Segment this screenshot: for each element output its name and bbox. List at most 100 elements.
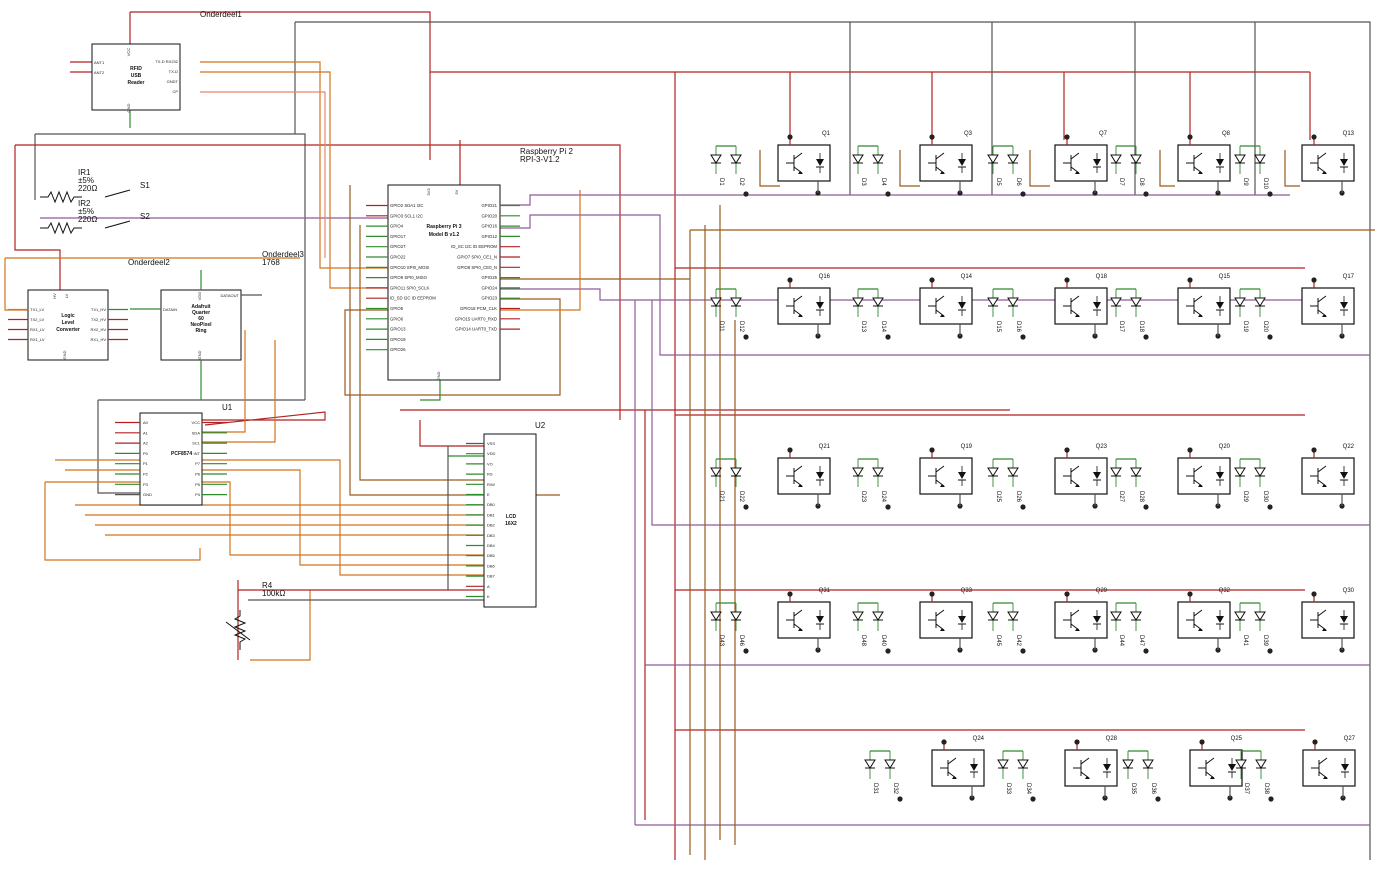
diode-d6 [1007,145,1019,175]
junction-dot [941,739,947,745]
rpi-right-pin-label: GPIO21 [481,203,497,208]
optocoupler-q32 [1177,601,1231,639]
rfid-gnd-pin: GND [126,103,131,112]
diode-label-d9: D9 [1242,178,1248,186]
junction-dot [1187,591,1193,597]
optocoupler-q15 [1177,287,1231,325]
transistor-label-q28: Q28 [1106,736,1118,742]
static-component-shapes [27,43,537,650]
pcf-right-pin-label: VCC [192,420,201,425]
junction-dot [1030,796,1036,802]
junction-dot [1187,447,1193,453]
rpi-left-pin-label: GPIO27 [390,244,406,249]
diode-label-d21: D21 [718,491,724,503]
diode-label-d23: D23 [860,491,866,503]
llc-title-line: Logic [61,313,75,319]
neopixel-vdd-pin: VDD [197,292,202,301]
lcd-pin-label: DB0 [487,502,496,507]
transistor-label-q8: Q8 [1222,131,1231,137]
diode-label-d44: D44 [1118,635,1124,647]
label-ir2-value: 220Ω [78,215,97,224]
optocoupler-grid: Q1 Q3 Q7 Q8 Q13 Q16 Q14 Q18 Q15 Q17 Q21 Q19 Q23 Q20 Q2… [710,131,1356,802]
junction-dot [787,591,793,597]
pcf-left-pin-label: P3 [143,482,149,487]
pcf-right-pin-label: SDA [192,430,201,435]
rfid-title-line: USB [131,73,142,79]
label-s2: S2 [140,212,150,221]
junction-dot [1064,591,1070,597]
rpi-5v-pin: 5V [454,189,459,194]
optocoupler-q20 [1177,457,1231,495]
wire-layer [4,11,1375,860]
diode-d44 [1110,602,1122,632]
transistor-label-q31: Q31 [819,588,831,594]
rfid-vcc-pin: VCC [126,48,131,57]
junction-dot [1311,134,1317,140]
rpi-left-pin-label: GPIO6 [390,316,404,321]
diode-label-d1: D1 [718,178,724,186]
diode-d7 [1110,145,1122,175]
lcd-pin-label: A [487,584,490,589]
diode-label-d31: D31 [872,783,878,795]
rfid-left-pin: ANT2 [94,70,105,75]
diode-label-d15: D15 [995,321,1001,333]
switch-s2 [104,220,131,229]
lcd-pin-label: DB7 [487,574,496,579]
label-onderdeel2: Onderdeel2 [128,258,170,267]
neopixel-dataout-pin: DATAOUT [220,293,239,298]
diode-label-d40: D40 [880,635,886,647]
rpi-left-pin-label: GPIO17 [390,234,406,239]
diode-d30 [1254,458,1266,488]
optocoupler-q27 [1302,749,1356,787]
junction-dot [1267,648,1273,654]
optocoupler-q33 [919,601,973,639]
optocoupler-q14 [919,287,973,325]
diode-d40 [872,602,884,632]
junction-dot [885,648,891,654]
optocoupler-q8 [1177,144,1231,182]
diode-label-d48: D48 [860,635,866,647]
optocoupler-q3 [919,144,973,182]
diode-label-d4: D4 [880,178,886,186]
rpi-right-pin-label: GPIO8 SPI0_CE0_N [457,265,497,270]
rpi-right-pin-label: GPIO25 [481,275,497,280]
rfid-right-pin: GNDT [167,79,179,84]
transistor-label-q3: Q3 [964,131,973,137]
junction-dot [743,191,749,197]
optocoupler-q13 [1301,144,1355,182]
diode-label-d13: D13 [860,321,866,333]
lcd-pin-label: DB2 [487,523,496,528]
junction-dot [1187,134,1193,140]
diode-label-d11: D11 [718,321,724,332]
diode-label-d26: D26 [1015,491,1021,503]
transistor-label-q22: Q22 [1343,444,1355,450]
junction-dot [1064,134,1070,140]
rpi-left-pin-label: GPIO13 [390,327,406,332]
diode-d38 [1255,750,1267,780]
diode-d25 [987,458,999,488]
optocoupler-q29 [1054,601,1108,639]
optocoupler-q30 [1301,601,1355,639]
diode-d5 [987,145,999,175]
lcd-pin-label: VSS [487,441,495,446]
label-s1: S1 [140,181,150,190]
diode-d46 [730,602,742,632]
diode-d24 [872,458,884,488]
switch-s1 [104,189,131,198]
diode-d16 [1007,288,1019,318]
pcf-left-pin-label: A2 [143,441,149,446]
diode-label-d27: D27 [1118,491,1124,503]
rpi-title-line: Raspberry Pi 3 [426,224,461,230]
llc-right-pin-label: TX1_HV [91,307,106,312]
rpi-left-pin-label: GPIO22 [390,255,406,260]
diode-label-d3: D3 [860,178,866,186]
diode-d32 [884,750,896,780]
diode-label-d5: D5 [995,178,1001,186]
diode-d22 [730,458,742,488]
diode-label-d42: D42 [1015,635,1021,647]
transistor-label-q15: Q15 [1219,274,1231,280]
junction-dot [1312,739,1318,745]
pcf-left-pin-label: GND [143,492,152,497]
diode-label-d47: D47 [1138,635,1144,647]
junction-dot [1020,648,1026,654]
